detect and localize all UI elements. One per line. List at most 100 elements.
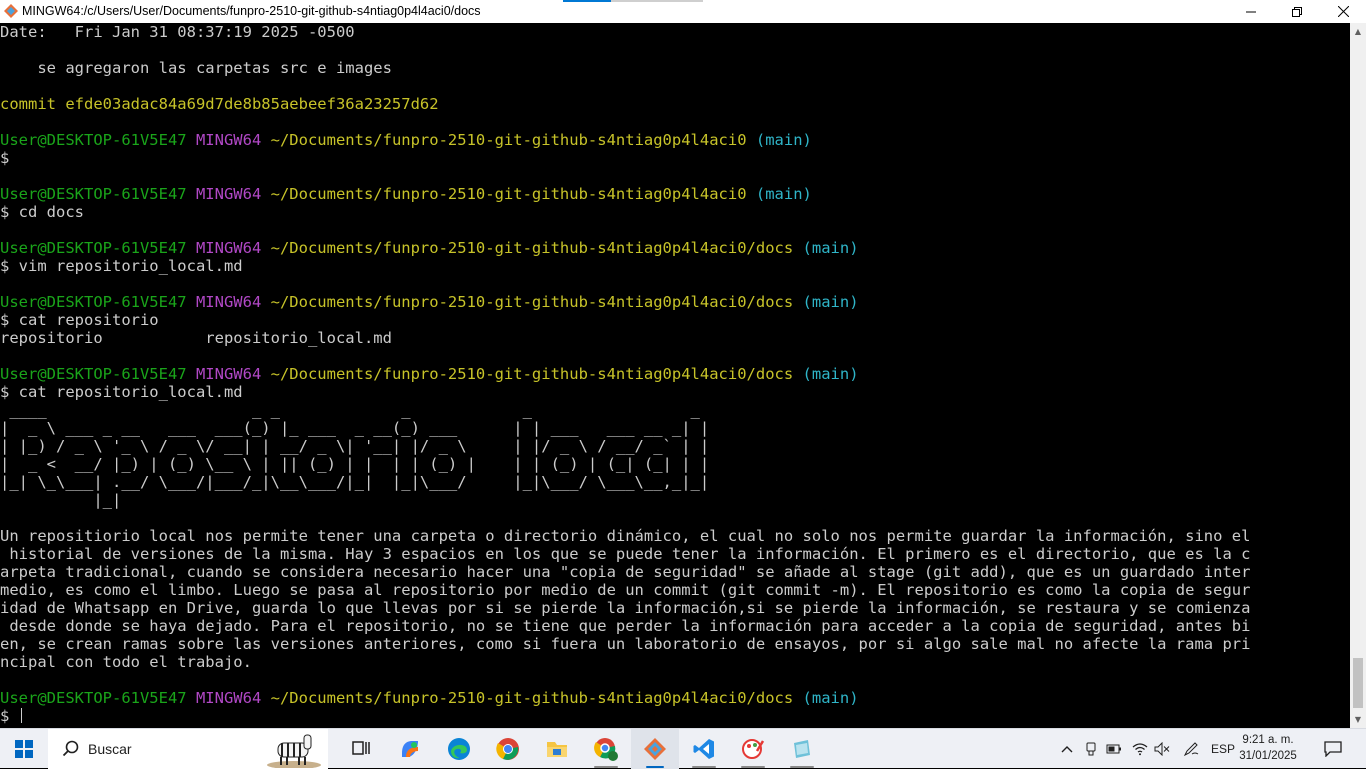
minimize-button[interactable] <box>1228 0 1274 23</box>
output-text: en, se crean ramas sobre las versiones a… <box>0 635 1251 653</box>
terminal-line: se agregaron las carpetas src e images <box>0 59 1350 77</box>
output-text: $ cat repositorio_local.md <box>0 383 243 401</box>
terminal-line: $ cat repositorio <box>0 311 1350 329</box>
task-view-button[interactable] <box>337 729 385 769</box>
usb-tray-button[interactable] <box>1082 729 1100 769</box>
vscode-icon <box>693 739 714 759</box>
prompt-host: MINGW64 <box>195 239 271 257</box>
terminal-line: User@DESKTOP-61V5E47 MINGW64 ~/Documents… <box>0 293 1350 311</box>
vertical-scrollbar[interactable]: ▲ ▼ <box>1350 23 1366 728</box>
prompt-host: MINGW64 <box>195 689 271 707</box>
terminal-line: Un repositiorio local nos permite tener … <box>0 527 1350 545</box>
prompt-user: User@DESKTOP-61V5E47 <box>0 689 196 707</box>
edge-icon <box>448 738 470 760</box>
prompt-host: MINGW64 <box>195 365 271 383</box>
file-explorer-icon <box>547 742 567 757</box>
terminal-line: en, se crean ramas sobre las versiones a… <box>0 635 1350 653</box>
prompt-user: User@DESKTOP-61V5E47 <box>0 131 196 149</box>
output-text: | |_) / _ \ '_ \ / _ \/ __| | __/ _ \| '… <box>0 437 710 455</box>
show-hidden-icons-button[interactable] <box>1058 729 1076 769</box>
close-icon <box>1337 6 1349 17</box>
terminal-line: $ <box>0 707 1350 725</box>
output-text: se agregaron las carpetas src e images <box>0 59 392 77</box>
output-text: $ cat repositorio <box>0 311 159 329</box>
paint-icon <box>742 739 765 759</box>
close-button[interactable] <box>1320 0 1366 23</box>
chrome-profile-icon <box>594 738 618 761</box>
vscode-button[interactable] <box>680 729 728 769</box>
terminal-line: User@DESKTOP-61V5E47 MINGW64 ~/Documents… <box>0 365 1350 383</box>
pen-icon <box>1183 742 1199 757</box>
prompt-path: ~/Documents/funpro-2510-git-github-s4nti… <box>270 185 756 203</box>
terminal-line: | _ \ ___ _ __ ___ ___(_) |_ ___ _ __(_)… <box>0 419 1350 437</box>
terminal-line: repositorio repositorio_local.md <box>0 329 1350 347</box>
chevron-up-icon <box>1061 746 1073 753</box>
copilot-icon <box>402 741 418 757</box>
clock-time: 9:21 a. m. <box>1242 734 1294 746</box>
notifications-button[interactable] <box>1318 729 1348 769</box>
chrome-button[interactable] <box>484 729 532 769</box>
scroll-down-icon[interactable]: ▼ <box>1350 711 1366 728</box>
zebra-highlight-icon <box>267 734 321 768</box>
prompt-path: ~/Documents/funpro-2510-git-github-s4nti… <box>270 365 803 383</box>
paint-button[interactable] <box>729 729 777 769</box>
prompt-path: ~/Documents/funpro-2510-git-github-s4nti… <box>270 131 756 149</box>
output-text: | _ \ ___ _ __ ___ ___(_) |_ ___ _ __(_)… <box>0 419 710 437</box>
prompt-path: ~/Documents/funpro-2510-git-github-s4nti… <box>270 293 803 311</box>
terminal-line: | _ < __/ |_) | (_) \__ \ | || (_) | | |… <box>0 455 1350 473</box>
file-explorer-button[interactable] <box>533 729 581 769</box>
copilot-button[interactable] <box>386 729 434 769</box>
output-text: | _ < __/ |_) | (_) \__ \ | || (_) | | |… <box>0 455 710 473</box>
terminal-line: User@DESKTOP-61V5E47 MINGW64 ~/Documents… <box>0 239 1350 257</box>
prompt-path: ~/Documents/funpro-2510-git-github-s4nti… <box>270 239 803 257</box>
volume-tray-button[interactable] <box>1152 729 1172 769</box>
output-text: $ vim repositorio_local.md <box>0 257 243 275</box>
battery-tray-button[interactable] <box>1104 729 1124 769</box>
maximize-button[interactable] <box>1274 0 1320 23</box>
terminal-line: Date: Fri Jan 31 08:37:19 2025 -0500 <box>0 23 1350 41</box>
terminal-line: ncipal con todo el trabajo. <box>0 653 1350 671</box>
taskbar-search[interactable]: Buscar <box>48 729 328 769</box>
wifi-icon <box>1132 743 1148 756</box>
terminal-line: $ cd docs <box>0 203 1350 221</box>
restore-icon <box>1292 6 1302 17</box>
prompt-user: User@DESKTOP-61V5E47 <box>0 293 196 311</box>
volume-muted-icon <box>1154 742 1170 756</box>
terminal-line: User@DESKTOP-61V5E47 MINGW64 ~/Documents… <box>0 689 1350 707</box>
scroll-up-icon[interactable]: ▲ <box>1350 23 1366 40</box>
terminal-line: commit efde03adac84a69d7de8b85aebeef36a2… <box>0 95 1350 113</box>
search-label: Buscar <box>88 741 132 757</box>
output-text: |_| <box>0 491 122 509</box>
wifi-tray-button[interactable] <box>1130 729 1150 769</box>
scrollbar-thumb[interactable] <box>1353 658 1363 708</box>
terminal-output[interactable]: Date: Fri Jan 31 08:37:19 2025 -0500 se … <box>0 23 1350 728</box>
git-bash-taskbar-button[interactable] <box>631 729 679 769</box>
terminal-line: User@DESKTOP-61V5E47 MINGW64 ~/Documents… <box>0 131 1350 149</box>
notification-icon <box>1324 741 1342 757</box>
prompt-path: commit efde03adac84a69d7de8b85aebeef36a2… <box>0 95 439 113</box>
start-button[interactable] <box>0 729 48 769</box>
notepad-button[interactable] <box>778 729 826 769</box>
prompt-branch: (main) <box>755 185 812 203</box>
window-titlebar[interactable]: MINGW64:/c/Users/User/Documents/funpro-2… <box>0 0 1366 23</box>
terminal-line: desde donde se haya dejado. Para el repo… <box>0 617 1350 635</box>
terminal-line: ____ _ _ _ _ _ <box>0 401 1350 419</box>
language-indicator[interactable]: ESP <box>1208 729 1238 769</box>
prompt-user: User@DESKTOP-61V5E47 <box>0 239 196 257</box>
pen-tray-button[interactable] <box>1180 729 1202 769</box>
chrome-profile-button[interactable] <box>582 729 630 769</box>
output-text: idad de Whatsapp en Drive, guarda lo que… <box>0 599 1251 617</box>
terminal-line: $ vim repositorio_local.md <box>0 257 1350 275</box>
output-text: desde donde se haya dejado. Para el repo… <box>0 617 1251 635</box>
chrome-icon <box>496 738 519 760</box>
windows-logo-icon <box>15 740 33 758</box>
prompt-branch: (main) <box>802 689 859 707</box>
edge-button[interactable] <box>435 729 483 769</box>
clock[interactable]: 9:21 a. m. 31/01/2025 <box>1238 732 1298 764</box>
terminal-line: User@DESKTOP-61V5E47 MINGW64 ~/Documents… <box>0 185 1350 203</box>
output-text: historial de versiones de la misma. Hay … <box>0 545 1251 563</box>
